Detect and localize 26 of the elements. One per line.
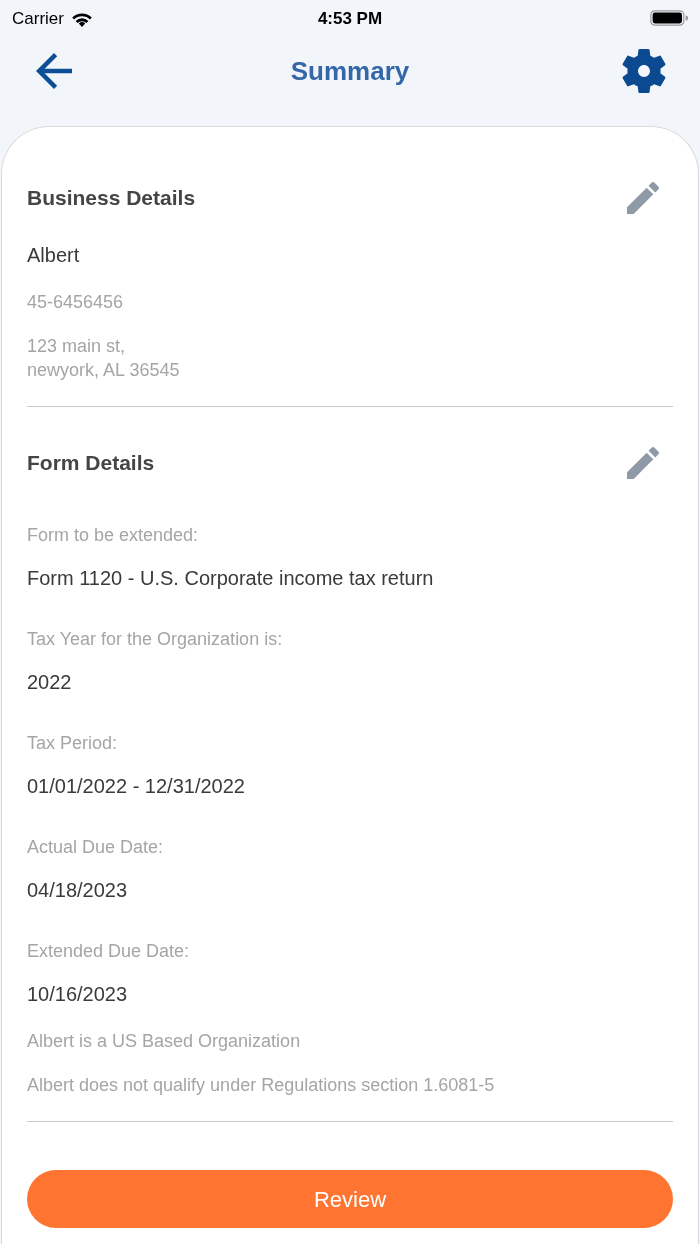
field-value: 10/16/2023 [27, 982, 129, 1007]
section-title: Business Details [27, 185, 196, 212]
field-value: Form 1120 - U.S. Corporate income tax return [27, 566, 435, 591]
field-label: Tax Period: [27, 732, 119, 755]
field-label: Actual Due Date: [27, 836, 165, 859]
detail-text: 45-6456456 [27, 291, 125, 314]
settings-icon[interactable] [622, 48, 666, 94]
status-time: 4:53 PM [317, 9, 383, 27]
field-label: Extended Due Date: [27, 940, 191, 963]
field-value: 04/18/2023 [27, 878, 129, 903]
field-label: Form to be extended: [27, 524, 200, 547]
back-arrow-icon[interactable] [36, 53, 72, 89]
section-title: Form Details [27, 450, 155, 477]
screen-title: Summary [290, 58, 410, 84]
detail-text: Albert is a US Based Organization [27, 1030, 302, 1053]
detail-text: 123 main st, newyork, AL 36545 [27, 335, 181, 382]
detail-text: Albert does not qualify under Regulations section 1.6081-5 [27, 1074, 496, 1097]
battery-icon [650, 10, 688, 26]
edit-pencil-icon[interactable] [627, 182, 659, 214]
field-value: 01/01/2022 - 12/31/2022 [27, 774, 246, 799]
field-label: Tax Year for the Organization is: [27, 628, 284, 651]
edit-pencil-icon[interactable] [627, 447, 659, 479]
field-value: 2022 [27, 670, 73, 695]
review-button[interactable]: Review [27, 1170, 673, 1228]
field-value: Albert [27, 243, 81, 268]
carrier-label: Carrier [12, 9, 64, 27]
